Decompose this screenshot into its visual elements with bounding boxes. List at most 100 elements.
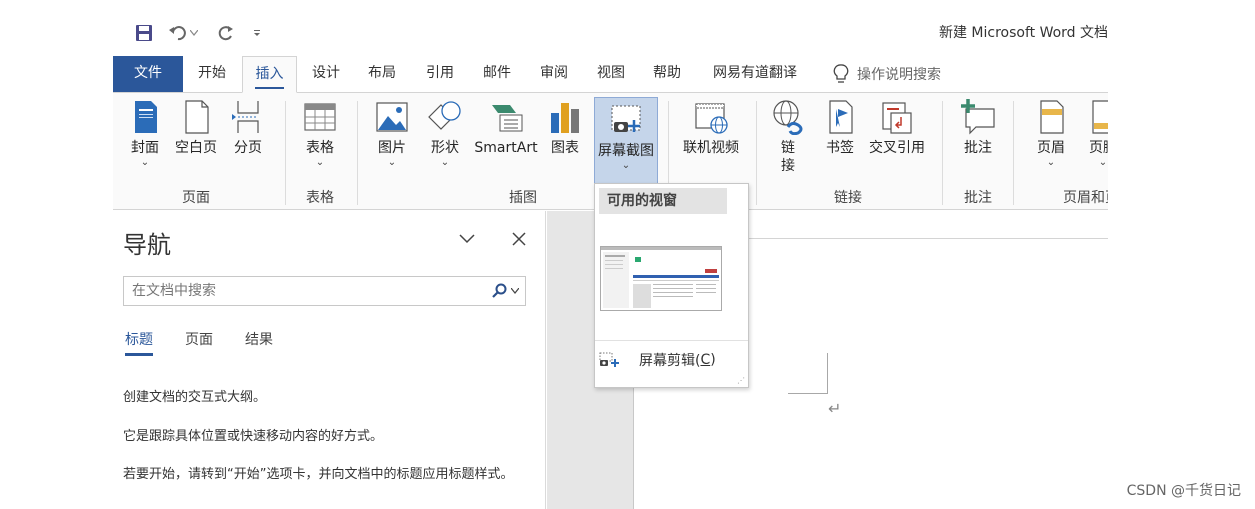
group-label-pages: 页面 xyxy=(182,190,210,206)
blank-page-icon xyxy=(185,100,209,134)
chart-label: 图表 xyxy=(551,140,579,156)
chevron-down-icon: ⌄ xyxy=(621,160,631,171)
picture-button[interactable]: 图片 ⌄ xyxy=(371,99,413,169)
available-window-thumbnail[interactable] xyxy=(600,246,722,311)
tell-me-label: 操作说明搜索 xyxy=(857,67,941,83)
nav-tab-headings-label: 标题 xyxy=(125,332,153,348)
link-label-1: 链 xyxy=(781,140,795,156)
chevron-down-icon: ⌄ xyxy=(1098,157,1108,168)
nav-tab-results[interactable]: 结果 xyxy=(245,329,273,349)
active-nav-tab-underline xyxy=(125,353,153,356)
picture-label: 图片 xyxy=(378,140,406,156)
screen-clipping-label: 屏幕剪辑( xyxy=(639,353,701,369)
chevron-down-icon: ⌄ xyxy=(315,157,325,168)
smartart-button[interactable]: SmartArt xyxy=(473,99,539,157)
close-icon[interactable] xyxy=(507,227,531,251)
nav-pane-title: 导航 xyxy=(123,231,171,259)
cross-reference-label: 交叉引用 xyxy=(869,140,925,156)
tab-help[interactable]: 帮助 xyxy=(646,56,688,92)
link-globe-icon xyxy=(773,100,803,135)
screenshot-button[interactable]: 屏幕截图 ⌄ xyxy=(594,97,658,185)
chevron-down-icon[interactable] xyxy=(455,227,479,251)
link-label-2: 接 xyxy=(781,158,795,174)
cover-label: 封面 xyxy=(131,140,159,156)
screenshot-label: 屏幕截图 xyxy=(598,143,654,159)
nav-tab-pages[interactable]: 页面 xyxy=(185,329,213,349)
chevron-down-icon: ⌄ xyxy=(440,157,450,168)
lightbulb-icon xyxy=(833,64,849,83)
nav-tab-headings[interactable]: 标题 xyxy=(125,329,153,356)
tab-design[interactable]: 设计 xyxy=(305,56,347,92)
save-icon[interactable] xyxy=(131,20,157,46)
cover-button[interactable]: 封面 ⌄ xyxy=(125,99,165,169)
header-button[interactable]: 页眉 ⌄ xyxy=(1030,99,1072,169)
nav-help-text-1: 创建文档的交互式大纲。 xyxy=(123,390,267,405)
page-break-label: 分页 xyxy=(234,140,262,156)
online-video-button[interactable]: 联机视频 xyxy=(679,99,743,157)
resize-grip-icon[interactable]: ⋰ xyxy=(737,376,745,385)
group-label-header-footer: 页眉和页脚 xyxy=(1063,190,1108,206)
bookmark-button[interactable]: 书签 xyxy=(822,99,858,157)
screen-clipping-label-end: ) xyxy=(710,352,716,368)
footer-icon xyxy=(1092,100,1108,134)
bookmark-icon xyxy=(829,100,853,134)
chart-button[interactable]: 图表 xyxy=(547,99,583,157)
tab-references[interactable]: 引用 xyxy=(419,56,461,92)
screen-clipping-item[interactable]: 屏幕剪辑(C) xyxy=(599,346,744,374)
redo-icon[interactable] xyxy=(213,20,239,46)
cross-reference-button[interactable]: 交叉引用 xyxy=(865,99,929,157)
page-break-button[interactable]: 分页 xyxy=(227,99,269,157)
tab-file[interactable]: 文件 xyxy=(113,56,183,92)
picture-icon xyxy=(376,102,408,132)
available-windows-header: 可用的视窗 xyxy=(599,188,727,214)
online-video-icon xyxy=(695,103,728,134)
header-icon xyxy=(1040,100,1064,134)
group-label-tables: 表格 xyxy=(306,190,334,206)
chevron-down-icon: ⌄ xyxy=(140,157,150,168)
screenshot-dropdown: 可用的视窗 屏幕剪辑(C) ⋰ xyxy=(594,183,749,388)
new-comment-icon xyxy=(961,99,995,135)
undo-dropdown-icon[interactable] xyxy=(187,20,201,46)
group-label-comments: 批注 xyxy=(964,190,992,206)
tell-me-search[interactable]: 操作说明搜索 xyxy=(833,56,941,92)
window-thumbnail-image xyxy=(601,247,721,310)
page-break-icon xyxy=(232,101,259,133)
group-separator xyxy=(756,101,757,205)
active-tab-underline xyxy=(255,87,284,89)
table-button[interactable]: 表格 ⌄ xyxy=(299,99,341,169)
nav-help-text-2: 它是跟踪具体位置或快速移动内容的好方式。 xyxy=(123,429,384,444)
group-label-links: 链接 xyxy=(834,190,862,206)
footer-label: 页脚 xyxy=(1089,140,1108,156)
screenshot-icon xyxy=(611,105,641,132)
online-video-label: 联机视频 xyxy=(683,140,739,156)
screen-clipping-icon xyxy=(599,352,619,367)
search-options-button[interactable] xyxy=(489,281,521,301)
footer-button[interactable]: 页脚 ⌄ xyxy=(1082,99,1108,169)
search-icon xyxy=(491,283,506,298)
smartart-icon xyxy=(492,105,523,132)
tab-youdao-translate[interactable]: 网易有道翻译 xyxy=(707,56,803,92)
nav-help-text-3: 若要开始，请转到“开始”选项卡，并向文档中的标题应用标题样式。 xyxy=(123,467,514,482)
tab-home[interactable]: 开始 xyxy=(191,56,233,92)
tab-view[interactable]: 视图 xyxy=(590,56,632,92)
shapes-button[interactable]: 形状 ⌄ xyxy=(424,99,466,169)
cross-reference-icon xyxy=(882,102,912,134)
link-button[interactable]: 链 接 xyxy=(770,99,806,175)
nav-search-input[interactable] xyxy=(124,277,484,305)
tab-insert[interactable]: 插入 xyxy=(242,56,297,93)
chevron-down-icon: ⌄ xyxy=(387,157,397,168)
chevron-down-icon xyxy=(510,288,519,294)
margin-corner-mark xyxy=(827,353,828,393)
comment-button[interactable]: 批注 xyxy=(956,99,1000,157)
ribbon-tabs: 文件 开始 插入 设计 布局 引用 邮件 审阅 视图 帮助 网易有道翻译 操作说… xyxy=(113,56,1108,93)
table-label: 表格 xyxy=(306,140,334,156)
blank-page-button[interactable]: 空白页 xyxy=(171,99,221,157)
customize-qat-icon[interactable] xyxy=(249,20,265,46)
tab-mailings[interactable]: 邮件 xyxy=(476,56,518,92)
navigation-pane: 导航 标题 页面 结果 创建文档的交互式大纲。 它是跟踪具体位置或快速移动内容的… xyxy=(113,211,546,509)
nav-search-box xyxy=(123,276,526,306)
dropdown-separator xyxy=(595,340,748,341)
tab-layout[interactable]: 布局 xyxy=(361,56,403,92)
tab-review[interactable]: 审阅 xyxy=(533,56,575,92)
group-separator xyxy=(285,101,286,205)
